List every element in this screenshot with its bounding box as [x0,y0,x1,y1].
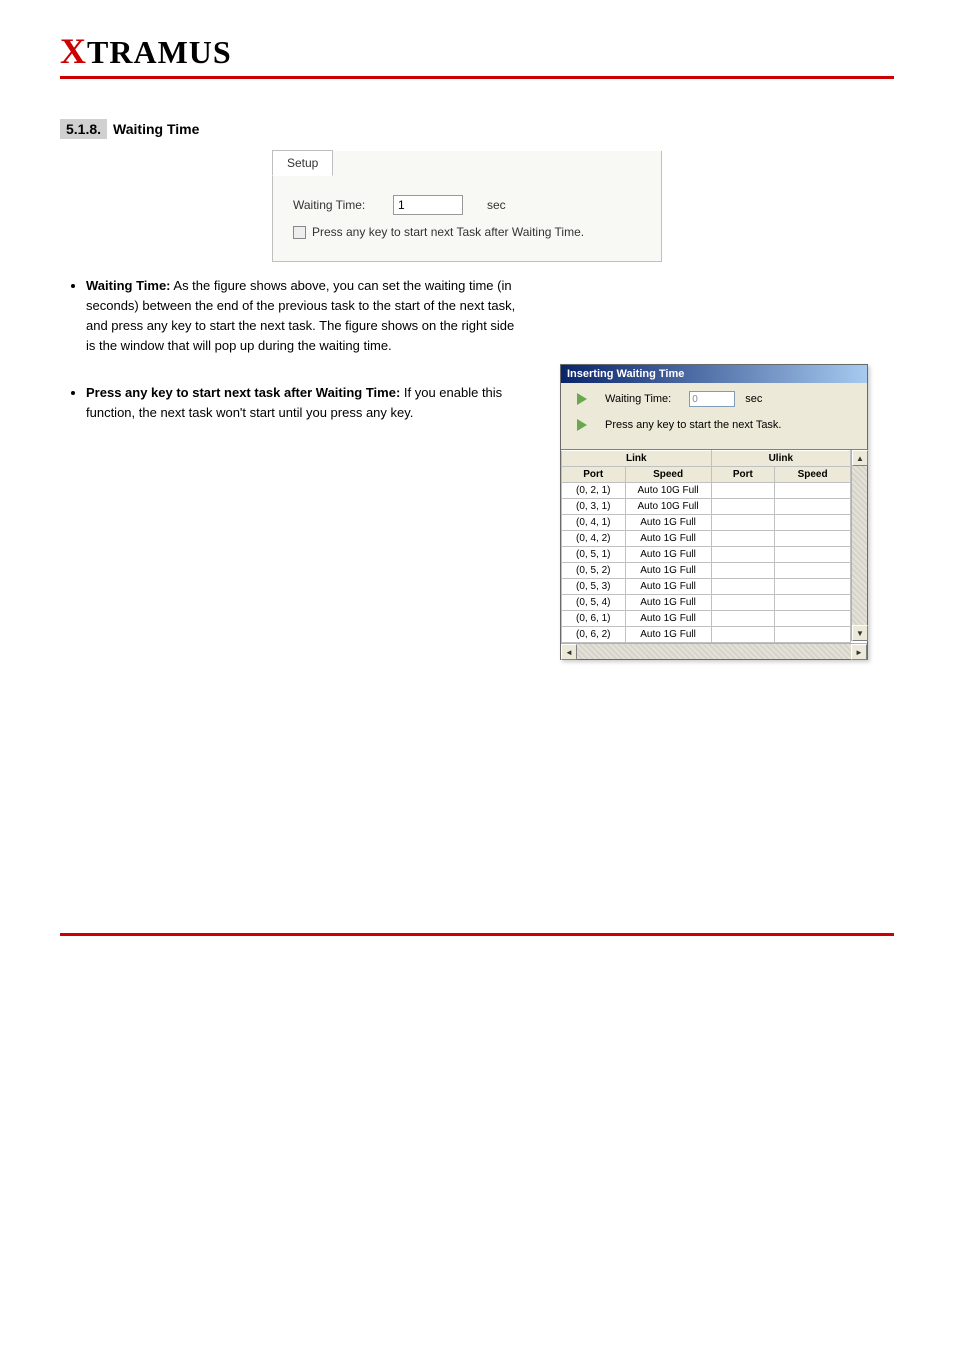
cell-speed: Auto 1G Full [625,547,711,563]
logo-x: X [60,31,87,71]
cell-port-empty [711,627,775,643]
scroll-down-icon[interactable]: ▼ [852,625,868,641]
cell-speed-empty [775,595,851,611]
sec-label: sec [487,198,506,212]
header-rule [60,76,894,79]
press-key-checkbox-label: Press any key to start next Task after W… [312,225,584,239]
press-key-checkbox[interactable] [293,226,306,239]
cell-port-empty [711,611,775,627]
cell-speed: Auto 10G Full [625,499,711,515]
cell-port-empty [711,499,775,515]
cell-port: (0, 5, 4) [562,595,626,611]
table-row: (0, 4, 2)Auto 1G Full [562,531,851,547]
cell-speed-empty [775,611,851,627]
section-heading: 5.1.8. Waiting Time [60,121,894,137]
cell-speed-empty [775,547,851,563]
cell-speed-empty [775,579,851,595]
cell-port: (0, 5, 1) [562,547,626,563]
popup-waiting-input[interactable] [689,391,735,407]
table-row: (0, 4, 1)Auto 1G Full [562,515,851,531]
table-row: (0, 3, 1)Auto 10G Full [562,499,851,515]
link-table-wrap: Link Ulink Port Speed Port Speed (0, 2, … [561,449,867,659]
col-header-port: Port [562,467,626,483]
cell-port: (0, 6, 2) [562,627,626,643]
waiting-time-popup: Inserting Waiting Time Waiting Time: sec… [560,364,868,660]
cell-port-empty [711,563,775,579]
horizontal-scrollbar[interactable]: ◄ ► [561,643,867,659]
cell-speed: Auto 1G Full [625,627,711,643]
col-header-port: Port [711,467,775,483]
cell-speed: Auto 1G Full [625,595,711,611]
table-row: (0, 5, 2)Auto 1G Full [562,563,851,579]
logo-rest: TRAMUS [87,34,232,70]
list-item: Waiting Time: As the figure shows above,… [86,276,526,357]
cell-speed: Auto 1G Full [625,515,711,531]
cell-speed-empty [775,483,851,499]
cell-speed-empty [775,627,851,643]
cell-speed: Auto 1G Full [625,611,711,627]
list-item: Press any key to start next task after W… [86,383,526,423]
cell-port: (0, 4, 1) [562,515,626,531]
waiting-time-input[interactable] [393,195,463,215]
arrow-right-icon [577,393,587,405]
cell-speed-empty [775,515,851,531]
popup-instruction: Press any key to start the next Task. [605,419,861,431]
table-row: (0, 5, 3)Auto 1G Full [562,579,851,595]
popup-titlebar: Inserting Waiting Time [561,365,867,383]
cell-speed: Auto 1G Full [625,531,711,547]
cell-speed-empty [775,563,851,579]
cell-speed: Auto 1G Full [625,563,711,579]
col-header-link: Link [562,451,712,467]
cell-port-empty [711,531,775,547]
link-table: Link Ulink Port Speed Port Speed (0, 2, … [561,450,851,643]
cell-port-empty [711,515,775,531]
cell-port: (0, 5, 3) [562,579,626,595]
brand-logo: XTRAMUS [60,30,894,72]
cell-port-empty [711,579,775,595]
cell-port-empty [711,547,775,563]
section-title-text: Waiting Time [113,121,199,137]
col-header-ulink: Ulink [711,451,850,467]
section-number: 5.1.8. [60,119,107,139]
bullet-bold: Press any key to start next task after W… [86,385,400,400]
scroll-right-icon[interactable]: ► [851,644,867,660]
cell-port: (0, 3, 1) [562,499,626,515]
scroll-left-icon[interactable]: ◄ [561,644,577,660]
cell-port: (0, 4, 2) [562,531,626,547]
table-row: (0, 5, 4)Auto 1G Full [562,595,851,611]
setup-panel: Setup Waiting Time: sec Press any key to… [272,151,662,262]
waiting-time-label: Waiting Time: [293,198,393,212]
vertical-scrollbar[interactable]: ▲ ▼ [851,450,867,641]
cell-speed: Auto 10G Full [625,483,711,499]
cell-port: (0, 2, 1) [562,483,626,499]
cell-speed: Auto 1G Full [625,579,711,595]
table-row: (0, 6, 1)Auto 1G Full [562,611,851,627]
cell-speed-empty [775,531,851,547]
cell-port-empty [711,483,775,499]
table-row: (0, 5, 1)Auto 1G Full [562,547,851,563]
col-header-speed: Speed [775,467,851,483]
setup-tab[interactable]: Setup [272,150,333,176]
table-row: (0, 2, 1)Auto 10G Full [562,483,851,499]
cell-port-empty [711,595,775,611]
scroll-up-icon[interactable]: ▲ [852,450,868,466]
table-row: (0, 6, 2)Auto 1G Full [562,627,851,643]
bullet-bold: Waiting Time: [86,278,171,293]
footer-rule [60,933,894,936]
popup-sec-label: sec [745,393,762,405]
cell-port: (0, 6, 1) [562,611,626,627]
arrow-right-icon [577,419,587,431]
cell-port: (0, 5, 2) [562,563,626,579]
popup-waiting-label: Waiting Time: [605,393,671,405]
cell-speed-empty [775,499,851,515]
col-header-speed: Speed [625,467,711,483]
